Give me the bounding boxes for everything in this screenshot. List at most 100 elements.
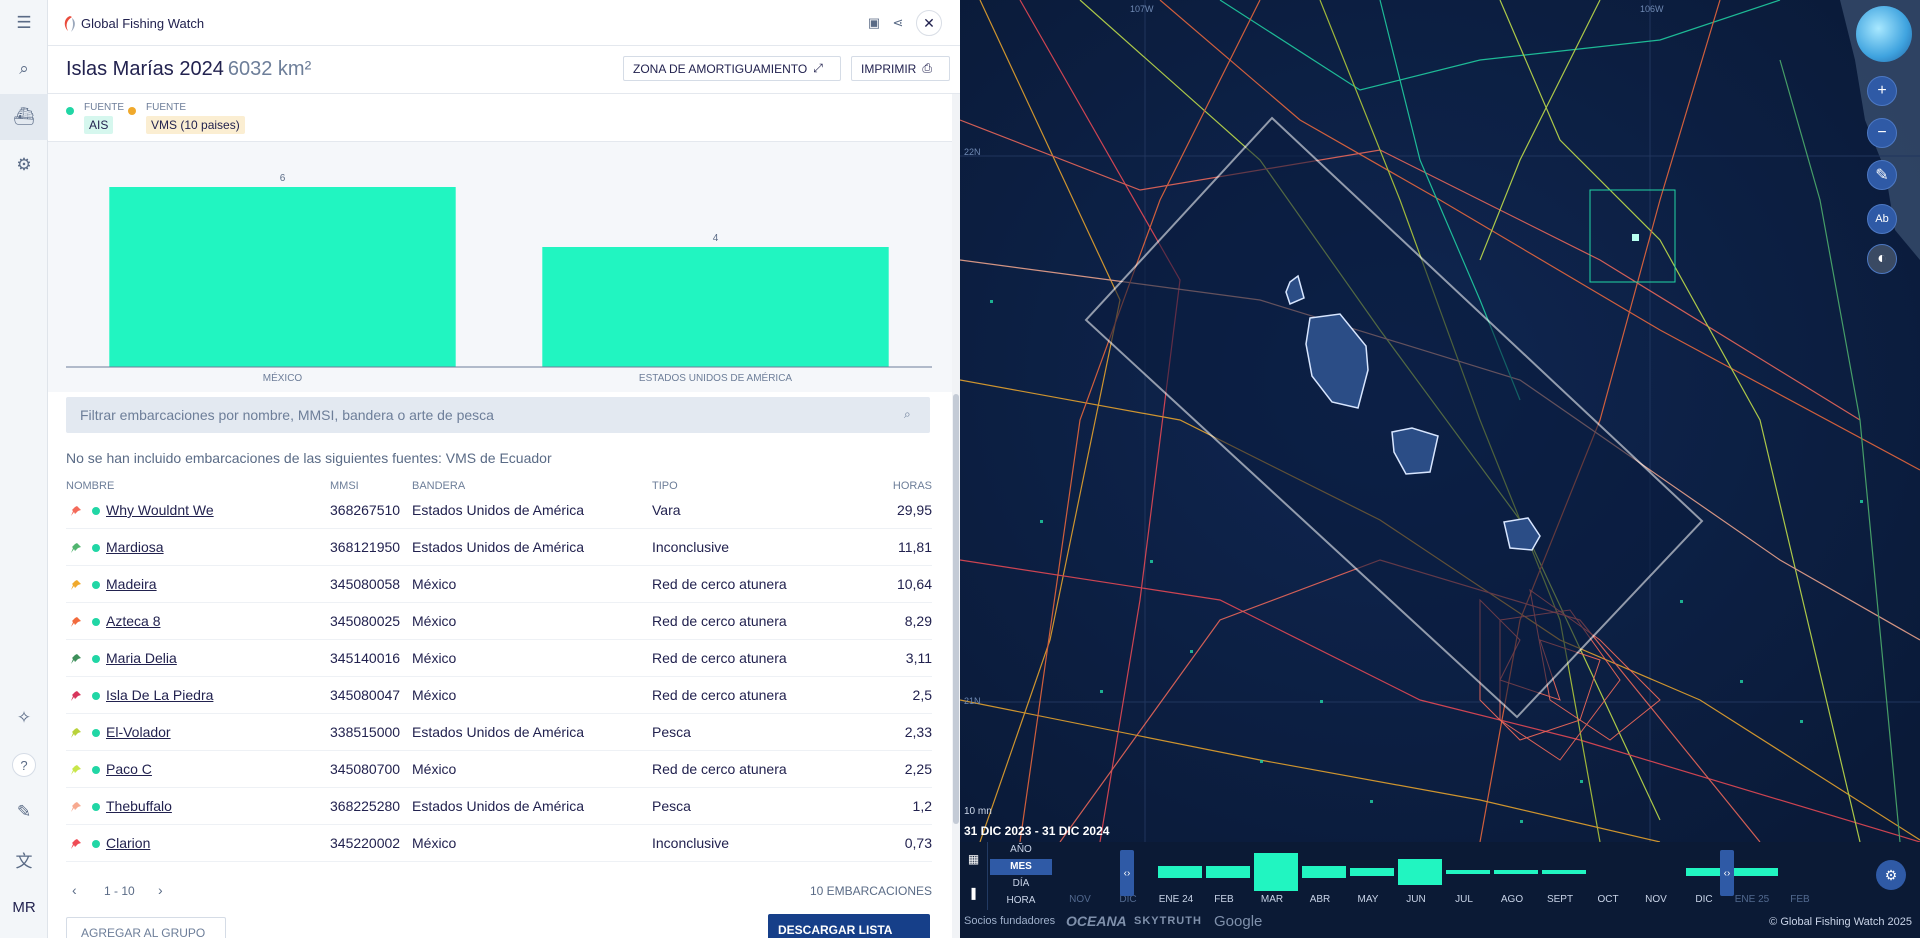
vessel-name-link[interactable]: El-Volador [106, 724, 171, 740]
map-area[interactable]: 107W 106W 22N 21N + − ✎ Ab ◐ 10 mn 31 DI… [960, 0, 1920, 938]
print-button[interactable]: IMPRIMIR ⎙ [851, 56, 950, 81]
vessel-name-link[interactable]: Mardiosa [106, 539, 164, 555]
scrollbar[interactable] [952, 94, 960, 938]
pin-icon[interactable] [70, 727, 82, 739]
language-icon[interactable]: 文 [0, 836, 48, 882]
resolution-hour[interactable]: HORA [990, 893, 1052, 909]
source-dot-icon [92, 507, 100, 515]
vessel-name-link[interactable]: Thebuffalo [106, 798, 172, 814]
resolution-year[interactable]: AÑO [990, 842, 1052, 858]
minimap-globe[interactable] [1856, 6, 1912, 62]
table-row[interactable]: Madeira 345080058 México Red de cerco atune… [66, 566, 932, 603]
search-input[interactable] [66, 397, 896, 433]
table-row[interactable]: Maria Delia 345140016 México Red de cerco a… [66, 640, 932, 677]
next-page-icon[interactable]: › [158, 882, 163, 898]
month-label[interactable]: OCT [1584, 894, 1632, 905]
hours-cell: 29,95 [896, 502, 932, 518]
vessel-name-link[interactable]: Clarion [106, 835, 150, 851]
help-button[interactable]: ? [0, 742, 48, 788]
vessel-name-link[interactable]: Why Wouldnt We [106, 502, 214, 518]
pin-icon[interactable] [70, 801, 82, 813]
vessel-name-link[interactable]: Paco C [106, 761, 152, 777]
pin-icon[interactable] [70, 653, 82, 665]
pin-icon[interactable] [70, 542, 82, 554]
pin-icon[interactable] [70, 579, 82, 591]
zoom-in-button[interactable]: + [1867, 76, 1897, 106]
timeline[interactable]: NOV DIC ENE 24 FEB MAR ABR MAY JUN JUL AGO SEPT OCT… [1060, 842, 1880, 910]
month-label[interactable]: SEPT [1536, 894, 1584, 905]
expand-icon: ⤢ [813, 61, 823, 75]
partner-google[interactable]: Google [1214, 913, 1262, 930]
month-label[interactable]: ABR [1296, 894, 1344, 905]
bar-1[interactable] [542, 247, 889, 367]
zoom-out-button[interactable]: − [1867, 118, 1897, 148]
month-label[interactable]: AGO [1488, 894, 1536, 905]
pin-icon[interactable] [70, 616, 82, 628]
flag-cell: Estados Unidos de América [412, 502, 584, 518]
resolution-day[interactable]: DÍA [990, 876, 1052, 892]
search-nav-icon[interactable]: ⌕ [0, 46, 48, 92]
user-button[interactable]: MR [0, 884, 48, 930]
range-start-handle[interactable]: ‹› [1120, 850, 1134, 896]
vessel-nav-icon[interactable]: ⛴ [0, 94, 48, 140]
month-label[interactable]: ENE 24 [1152, 894, 1200, 905]
month-label[interactable]: FEB [1200, 894, 1248, 905]
table-row[interactable]: Azteca 8 345080025 México Red de cerco atun… [66, 603, 932, 640]
table-row[interactable]: Why Wouldnt We 368267510 Estados Unidos de… [66, 492, 932, 529]
map-scale: 10 mn [964, 806, 992, 817]
month-label[interactable]: NOV [1632, 894, 1680, 905]
hours-cell: 8,29 [904, 613, 932, 629]
month-label[interactable]: ENE 25 [1728, 894, 1776, 905]
download-csv-button[interactable]: DESCARGAR LISTA (CSV) [768, 914, 930, 938]
month-label[interactable]: MAR [1248, 894, 1296, 905]
pin-icon[interactable] [70, 505, 82, 517]
vessel-name-link[interactable]: Maria Delia [106, 650, 177, 666]
month-label[interactable]: JUN [1392, 894, 1440, 905]
save-icon[interactable]: ▣ [863, 12, 885, 34]
source-dot-icon [92, 544, 100, 552]
month-label[interactable]: FEB [1776, 894, 1824, 905]
pin-icon[interactable] [70, 838, 82, 850]
partner-oceana[interactable]: OCEANA [1066, 913, 1127, 929]
activity-bar [1542, 870, 1586, 874]
partner-skytruth[interactable]: SKYTRUTH [1134, 915, 1202, 927]
menu-icon[interactable]: ☰ [0, 0, 48, 46]
calendar-icon[interactable]: ▦ [960, 842, 988, 876]
pin-icon[interactable] [70, 764, 82, 776]
close-button[interactable]: ✕ [916, 10, 942, 36]
feedback-icon[interactable]: ✧ [0, 695, 48, 741]
month-label[interactable]: JUL [1440, 894, 1488, 905]
bar-0[interactable] [109, 187, 456, 367]
contact-icon[interactable]: ✎ [0, 789, 48, 835]
search-icon[interactable]: ⌕ [904, 407, 920, 423]
vessel-name-link[interactable]: Isla De La Piedra [106, 687, 213, 703]
basemap-button[interactable]: ◐ [1867, 244, 1897, 274]
pin-icon[interactable] [70, 690, 82, 702]
month-label[interactable]: MAY [1344, 894, 1392, 905]
reports-nav-icon[interactable]: ⚙ [0, 142, 48, 188]
scroll-thumb[interactable] [953, 394, 959, 824]
type-cell: Red de cerco atunera [652, 650, 787, 666]
hours-cell: 11,81 [898, 539, 932, 555]
vessel-name-link[interactable]: Azteca 8 [106, 613, 160, 629]
table-row[interactable]: Mardiosa 368121950 Estados Unidos de Améri… [66, 529, 932, 566]
annotation-button[interactable]: Ab [1867, 204, 1897, 234]
table-row[interactable]: Clarion 345220002 México Inconclusive 0,73 [66, 825, 932, 862]
bookmark-icon[interactable]: ❚ [960, 876, 988, 910]
activity-bar [1734, 868, 1778, 876]
table-row[interactable]: Thebuffalo 368225280 Estados Unidos de Amé… [66, 788, 932, 825]
vessel-name-link[interactable]: Madeira [106, 576, 157, 592]
prev-page-icon[interactable]: ‹ [72, 882, 77, 898]
table-row[interactable]: El-Volador 338515000 Estados Unidos de Amé… [66, 714, 932, 751]
ruler-button[interactable]: ✎ [1867, 160, 1897, 190]
table-row[interactable]: Isla De La Piedra 345080047 México Red de c… [66, 677, 932, 714]
report-content: 6 MÉXICO 4 ESTADOS UNIDOS DE AMÉRICA ⌕ No s… [48, 142, 952, 938]
range-end-handle[interactable]: ‹› [1720, 850, 1734, 896]
add-to-group-button[interactable]: AGREGAR AL GRUPO [66, 917, 226, 938]
timebar-settings-button[interactable]: ⚙ [1876, 860, 1906, 890]
share-icon[interactable]: ⋖ [887, 12, 909, 34]
table-row[interactable]: Paco C 345080700 México Red de cerco atuner… [66, 751, 932, 788]
buffer-zone-button[interactable]: ZONA DE AMORTIGUAMIENTO ⤢ [623, 56, 841, 81]
resolution-month[interactable]: MES [990, 859, 1052, 875]
month-label[interactable]: NOV [1056, 894, 1104, 905]
